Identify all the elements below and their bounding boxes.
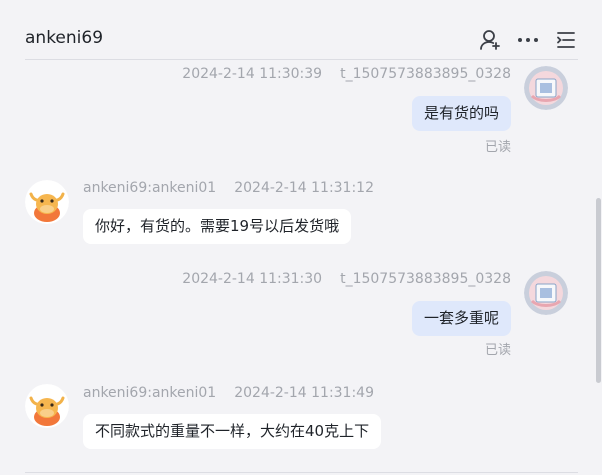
chat-header: ankeni69 <box>0 0 602 60</box>
read-status: 已读 <box>484 343 511 358</box>
message-sender: t_1507573883895_0328 <box>340 271 511 287</box>
add-user-icon[interactable] <box>478 28 502 52</box>
message-sender: ankeni69:ankeni01 <box>83 180 217 196</box>
input-divider <box>25 472 578 473</box>
avatar[interactable] <box>25 180 69 224</box>
message-timestamp: 2024-2-14 11:31:30 <box>182 271 323 287</box>
message-timestamp: 2024-2-14 11:30:39 <box>182 66 323 82</box>
chat-title: ankeni69 <box>25 28 104 48</box>
scrollbar-thumb[interactable] <box>596 198 601 383</box>
message-meta: ankeni69:ankeni01 2024-2-14 11:31:12 <box>83 180 374 196</box>
message-timestamp: 2024-2-14 11:31:12 <box>234 180 374 196</box>
message-bubble[interactable]: 不同款式的重量不一样，大约在40克上下 <box>83 414 382 449</box>
avatar[interactable] <box>25 384 69 428</box>
message-sender: t_1507573883895_0328 <box>340 66 511 82</box>
avatar[interactable] <box>524 66 568 110</box>
avatar[interactable] <box>524 271 568 315</box>
message-bubble[interactable]: 一套多重呢 <box>411 301 511 336</box>
message-list[interactable]: 2024-2-14 11:30:39 t_1507573883895_0328 是… <box>0 60 602 475</box>
more-icon[interactable] <box>516 28 540 52</box>
message-bubble[interactable]: 你好，有货的。需要19号以后发货哦 <box>83 209 352 244</box>
message-meta: 2024-2-14 11:30:39 t_1507573883895_0328 <box>182 66 511 82</box>
list-icon[interactable] <box>554 28 578 52</box>
message-meta: ankeni69:ankeni01 2024-2-14 11:31:49 <box>83 385 374 401</box>
message-meta: 2024-2-14 11:31:30 t_1507573883895_0328 <box>182 271 511 287</box>
read-status: 已读 <box>484 140 511 155</box>
message-sender: ankeni69:ankeni01 <box>83 385 217 401</box>
message-bubble[interactable]: 是有货的吗 <box>411 96 511 131</box>
message-timestamp: 2024-2-14 11:31:49 <box>234 385 374 401</box>
